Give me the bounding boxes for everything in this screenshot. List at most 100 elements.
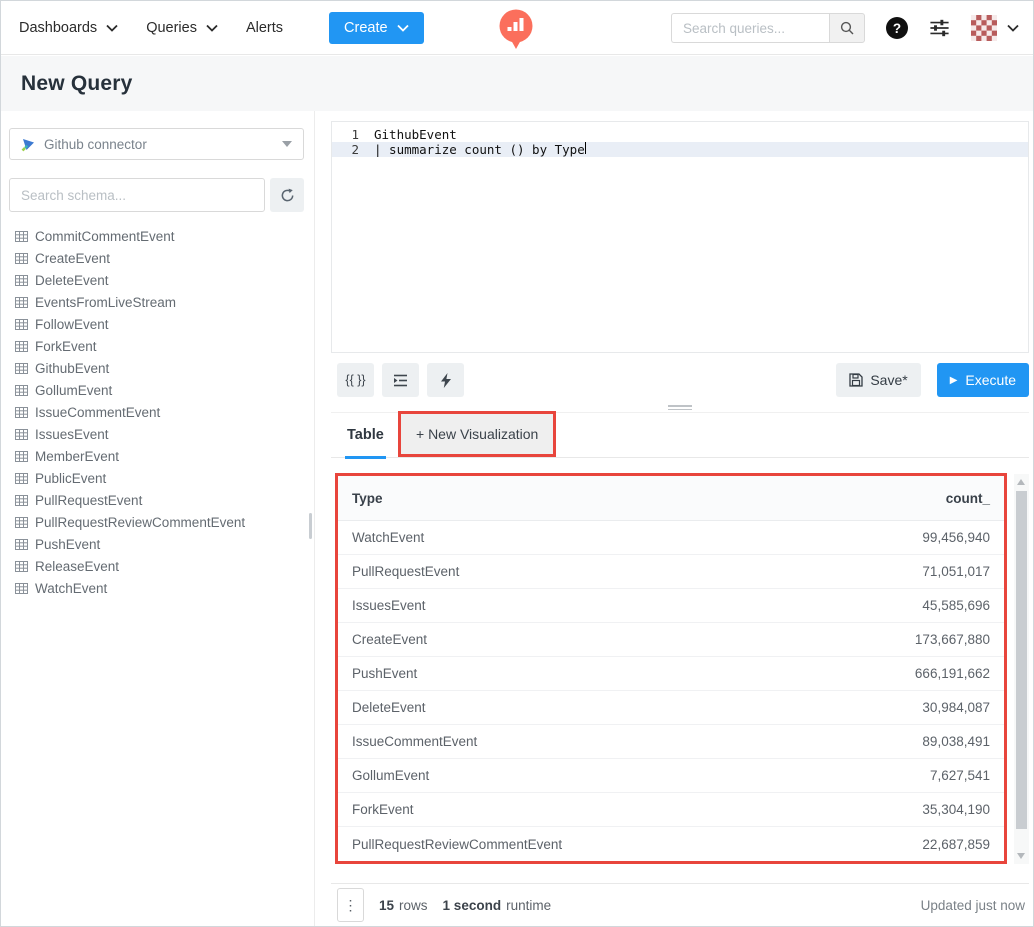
schema-table-item[interactable]: IssuesEvent	[1, 423, 314, 445]
save-button[interactable]: Save*	[836, 363, 920, 397]
schema-table-name: PullRequestEvent	[35, 493, 142, 508]
table-grid-icon	[15, 341, 28, 352]
nav-dashboards[interactable]: Dashboards	[19, 20, 118, 36]
profile-menu[interactable]	[971, 15, 1019, 41]
table-grid-icon	[15, 297, 28, 308]
cell-count: 666,191,662	[915, 666, 990, 681]
nav-queries[interactable]: Queries	[146, 20, 218, 36]
table-row: ForkEvent 35,304,190	[338, 793, 1004, 827]
pane-divider-handle[interactable]	[309, 513, 312, 539]
pane-resize-handle[interactable]	[668, 403, 692, 412]
settings-sliders-icon[interactable]	[929, 18, 950, 38]
schema-table-item[interactable]: DeleteEvent	[1, 269, 314, 291]
nav-menu: Dashboards Queries Alerts Create	[1, 12, 424, 44]
schema-table-item[interactable]: ReleaseEvent	[1, 555, 314, 577]
schema-table-name: GithubEvent	[35, 361, 109, 376]
execute-button[interactable]: ▶ Execute	[937, 363, 1029, 397]
schema-table-item[interactable]: PushEvent	[1, 533, 314, 555]
schema-table-name: GollumEvent	[35, 383, 112, 398]
code-text: GithubEvent	[374, 127, 457, 142]
chevron-down-icon	[1007, 24, 1019, 32]
table-grid-icon	[15, 319, 28, 330]
execute-button-label: Execute	[965, 372, 1016, 388]
code-text: | summarize count () by Type	[374, 142, 585, 157]
schema-table-item[interactable]: PublicEvent	[1, 467, 314, 489]
schema-table-item[interactable]: GithubEvent	[1, 357, 314, 379]
queries-search	[671, 13, 865, 43]
schema-table-item[interactable]: WatchEvent	[1, 577, 314, 599]
schema-table-name: CommitCommentEvent	[35, 229, 175, 244]
column-header-count[interactable]: count_	[946, 491, 990, 506]
schema-browser: Github connector	[1, 111, 314, 926]
schema-table-item[interactable]: EventsFromLiveStream	[1, 291, 314, 313]
lightning-bolt-icon	[441, 373, 451, 388]
schema-table-item[interactable]: PullRequestEvent	[1, 489, 314, 511]
results-footer: ⋮ 15rows 1 secondruntime Updated just no…	[331, 883, 1029, 926]
search-queries-input[interactable]	[671, 13, 829, 43]
schema-table-name: CreateEvent	[35, 251, 110, 266]
help-icon[interactable]: ?	[886, 17, 908, 39]
column-header-type[interactable]: Type	[352, 491, 383, 506]
nav-alerts[interactable]: Alerts	[246, 20, 283, 36]
table-row: GollumEvent 7,627,541	[338, 759, 1004, 793]
add-parameter-button[interactable]: {{ }}	[337, 363, 374, 397]
pane-divider	[314, 111, 315, 926]
table-grid-icon	[15, 473, 28, 484]
schema-table-item[interactable]: ForkEvent	[1, 335, 314, 357]
table-grid-icon	[15, 253, 28, 264]
schema-table-name: ReleaseEvent	[35, 559, 119, 574]
schema-table-item[interactable]: IssueCommentEvent	[1, 401, 314, 423]
help-glyph: ?	[893, 21, 901, 36]
tab-table[interactable]: Table	[345, 413, 386, 459]
table-grid-icon	[15, 275, 28, 286]
cell-count: 45,585,696	[922, 598, 990, 613]
table-grid-icon	[15, 231, 28, 242]
cell-count: 99,456,940	[922, 530, 990, 545]
autocomplete-toggle-button[interactable]	[427, 363, 464, 397]
table-row: IssueCommentEvent 89,038,491	[338, 725, 1004, 759]
new-visualization-button[interactable]: + New Visualization	[398, 411, 556, 457]
cell-type: DeleteEvent	[352, 700, 426, 715]
schema-table-name: DeleteEvent	[35, 273, 109, 288]
data-source-select[interactable]: Github connector	[9, 128, 304, 160]
line-number: 1	[332, 127, 374, 142]
azure-data-explorer-icon	[21, 137, 36, 152]
refresh-schema-button[interactable]	[270, 178, 304, 212]
schema-table-item[interactable]: CommitCommentEvent	[1, 225, 314, 247]
runtime: 1 secondruntime	[443, 898, 552, 913]
redash-logo[interactable]	[498, 9, 534, 50]
schema-table-item[interactable]: PullRequestReviewCommentEvent	[1, 511, 314, 533]
scrollbar-thumb[interactable]	[1016, 491, 1027, 829]
cell-count: 7,627,541	[930, 768, 990, 783]
updated-status: Updated just now	[921, 898, 1025, 913]
results-scrollbar[interactable]	[1014, 474, 1029, 864]
scroll-up-arrow-icon[interactable]	[1017, 479, 1025, 485]
scroll-down-arrow-icon[interactable]	[1017, 853, 1025, 859]
query-editor[interactable]: 1 GithubEvent 2 | summarize count () by …	[331, 121, 1029, 353]
cell-type: IssuesEvent	[352, 598, 426, 613]
create-button[interactable]: Create	[329, 12, 424, 44]
cell-type: CreateEvent	[352, 632, 427, 647]
results-menu-button[interactable]: ⋮	[337, 888, 364, 922]
format-query-button[interactable]	[382, 363, 419, 397]
table-grid-icon	[15, 429, 28, 440]
kebab-icon: ⋮	[344, 897, 358, 914]
schema-table-name: IssueCommentEvent	[35, 405, 160, 420]
schema-table-item[interactable]: MemberEvent	[1, 445, 314, 467]
schema-table-item[interactable]: CreateEvent	[1, 247, 314, 269]
table-grid-icon	[15, 385, 28, 396]
schema-table-name: WatchEvent	[35, 581, 107, 596]
table-row: IssuesEvent 45,585,696	[338, 589, 1004, 623]
search-schema-input[interactable]	[9, 178, 265, 212]
row-count: 15rows	[379, 898, 428, 913]
search-button[interactable]	[829, 13, 865, 43]
page-header: New Query	[1, 56, 1033, 111]
cell-count: 89,038,491	[922, 734, 990, 749]
results-table-annotated: Type count_ WatchEvent 99,456,940 PullRe…	[335, 473, 1007, 864]
schema-table-item[interactable]: GollumEvent	[1, 379, 314, 401]
schema-table-name: FollowEvent	[35, 317, 109, 332]
chevron-down-icon	[206, 24, 218, 32]
braces-icon: {{ }}	[345, 373, 365, 387]
schema-table-item[interactable]: FollowEvent	[1, 313, 314, 335]
table-row: PullRequestReviewCommentEvent 22,687,859	[338, 827, 1004, 861]
